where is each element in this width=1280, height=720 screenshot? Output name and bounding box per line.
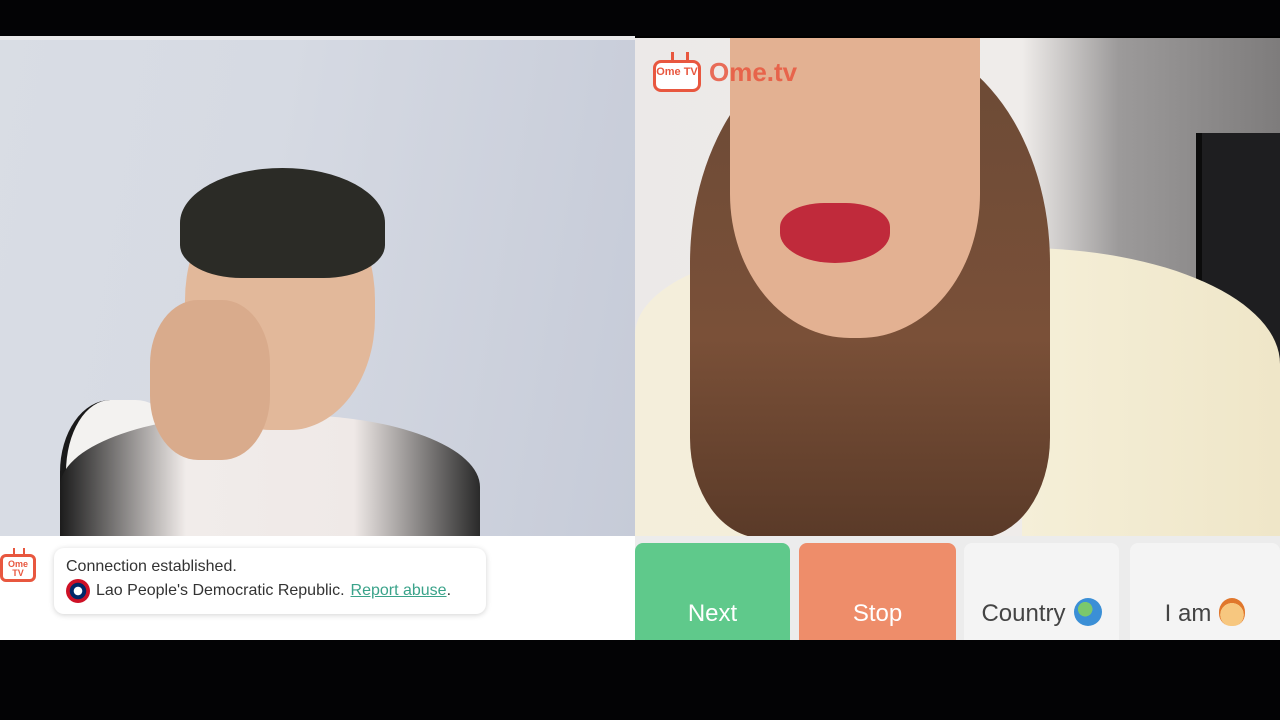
person-icon <box>1219 598 1246 626</box>
chat-tv-logo-icon: Ome TV <box>0 548 38 584</box>
country-line: Lao People's Democratic Republic. Report… <box>66 578 474 604</box>
bottom-letterbox <box>0 640 1280 720</box>
local-person-hand <box>150 300 270 460</box>
tv-logo-icon: Ome TV <box>653 52 703 92</box>
i-am-button[interactable]: I am <box>1130 543 1280 640</box>
next-label: Next <box>687 600 738 627</box>
local-person-hair <box>180 168 385 278</box>
country-name: Lao People's Democratic Republic. <box>96 582 345 599</box>
top-letterbox <box>0 0 1280 36</box>
ometv-watermark: Ome TV Ome.tv <box>653 50 797 94</box>
report-abuse-link[interactable]: Report abuse <box>351 582 447 599</box>
stop-label: Stop <box>852 600 903 627</box>
country-label: Country <box>981 600 1066 627</box>
connection-status: Connection established. <box>66 558 237 575</box>
stop-button[interactable]: Stop <box>799 543 956 640</box>
remote-video <box>635 38 1280 536</box>
app-frame: Ome TV Ome.tv Ome TV Connection establis… <box>0 0 1280 720</box>
next-button[interactable]: Next <box>635 543 790 640</box>
remote-person-lips <box>780 203 890 263</box>
report-suffix: . <box>446 582 452 599</box>
local-person-body <box>60 415 480 540</box>
system-message-bubble: Connection established. Lao People's Dem… <box>54 548 486 614</box>
globe-icon <box>1073 598 1102 626</box>
chat-logo-text: Ome TV <box>0 554 36 582</box>
country-button[interactable]: Country <box>964 543 1119 640</box>
brand-name: Ome.tv <box>709 56 798 87</box>
tv-logo-text: Ome TV <box>653 60 701 92</box>
local-video <box>0 36 635 540</box>
i-am-label: I am <box>1164 600 1212 627</box>
laos-flag-icon <box>66 579 90 603</box>
